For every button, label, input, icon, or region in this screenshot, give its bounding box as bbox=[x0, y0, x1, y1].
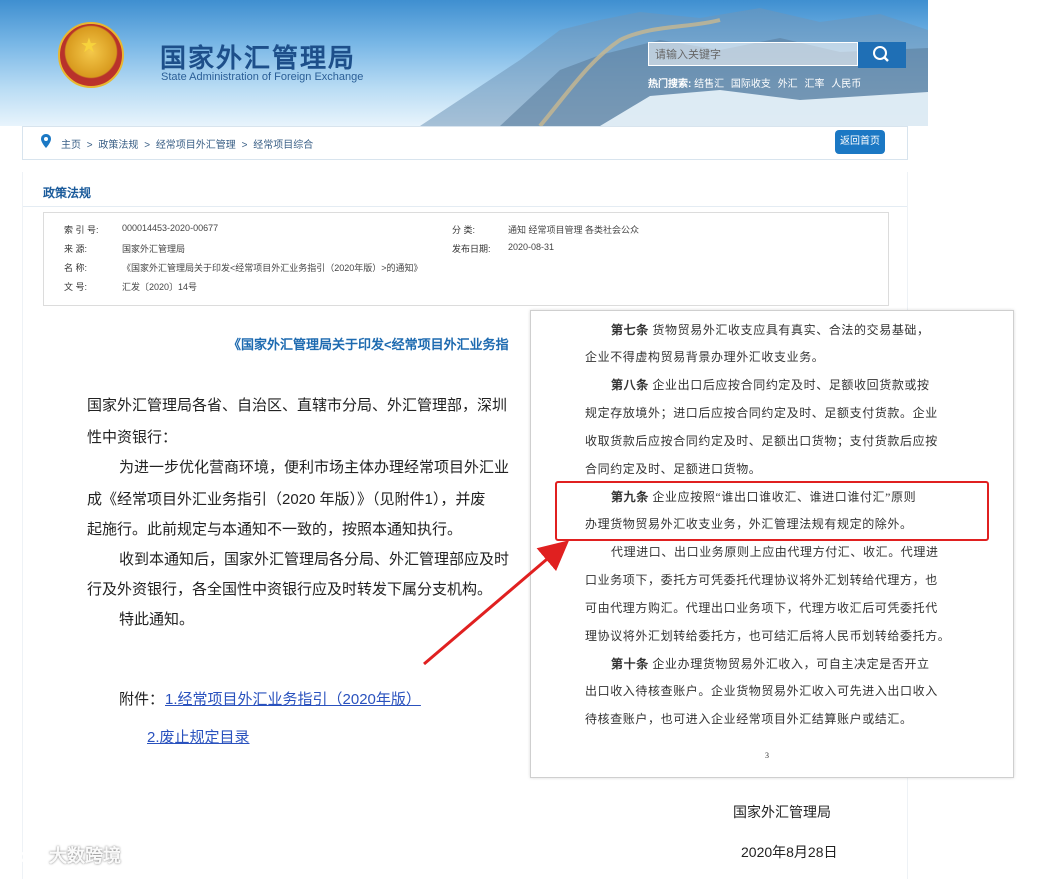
excerpt-line: 办理货物贸易外汇收支业务，外汇管理法规有规定的除外。 bbox=[585, 517, 913, 531]
breadcrumb-separator: > bbox=[144, 140, 151, 151]
meta-key: 分 类: bbox=[452, 225, 476, 235]
body-paragraph-line: 特此通知。 bbox=[119, 611, 195, 628]
body-paragraph-line: 国家外汇管理局各省、自治区、直辖市分局、外汇管理部，深圳 bbox=[87, 397, 508, 414]
excerpt-line: 第十条 企业办理货物贸易外汇收入，可自主决定是否开立 bbox=[611, 657, 930, 671]
breadcrumb-separator: > bbox=[86, 140, 93, 151]
meta-key: 发布日期: bbox=[452, 244, 491, 254]
watermark-logo-icon bbox=[11, 851, 43, 865]
attachment-label: 附件： bbox=[119, 691, 165, 708]
meta-value: 《国家外汇管理局关于印发<经常项目外汇业务指引（2020年版）>的通知》 bbox=[122, 263, 423, 273]
excerpt-line: 可由代理方购汇。代理出口业务项下，代理方收汇后可凭委托代 bbox=[585, 601, 938, 615]
signature-date: 2020年8月28日 bbox=[741, 844, 838, 860]
excerpt-line: 理协议将外汇划转给委托方，也可结汇后将人民币划转给委托方。 bbox=[585, 629, 951, 643]
back-home-button[interactable]: 返回首页 bbox=[835, 130, 885, 154]
breadcrumb-item-home[interactable]: 主页 bbox=[61, 140, 81, 151]
breadcrumb-bar: 主页 > 政策法规 > 经常项目外汇管理 > 经常项目综合 返回首页 bbox=[22, 126, 908, 160]
breadcrumb-item-general[interactable]: 经常项目综合 bbox=[253, 140, 313, 151]
excerpt-line: 口业务项下，委托方可凭委托代理协议将外汇划转给代理方，也 bbox=[585, 573, 938, 587]
body-paragraph-line: 收到本通知后，国家外汇管理局各分局、外汇管理部应及时 bbox=[119, 551, 510, 568]
body-paragraph-line: 成《经常项目外汇业务指引（2020 年版）》（见附件1），并废 bbox=[87, 491, 486, 508]
excerpt-line: 代理进口、出口业务原则上应由代理方付汇、收汇。代理进 bbox=[611, 545, 939, 559]
section-title: 政策法规 bbox=[43, 186, 92, 200]
hot-search-item[interactable]: 国际收支 bbox=[731, 79, 771, 90]
excerpt-line: 第七条 货物贸易外汇收支应具有真实、合法的交易基础， bbox=[611, 323, 930, 337]
search-button[interactable] bbox=[858, 42, 906, 68]
star-icon: ★ bbox=[80, 35, 98, 57]
hot-search-item[interactable]: 外汇 bbox=[778, 79, 798, 90]
divider bbox=[23, 206, 907, 207]
body-paragraph-line: 起施行。此前规定与本通知不一致的，按照本通知执行。 bbox=[87, 521, 463, 538]
hot-search-item[interactable]: 结售汇 bbox=[694, 79, 724, 90]
hot-search-item[interactable]: 人民币 bbox=[831, 79, 861, 90]
body-paragraph-line: 为进一步优化营商环境，便利市场主体办理经常项目外汇业 bbox=[119, 459, 510, 476]
meta-value: 通知 经常项目管理 各类社会公众 bbox=[508, 225, 640, 235]
signature-org: 国家外汇管理局 bbox=[733, 804, 831, 820]
hot-search-label: 热门搜索: bbox=[648, 79, 692, 90]
meta-key: 来 源: bbox=[64, 244, 88, 254]
excerpt-line: 第八条 企业出口后应按合同约定及时、足额收回货款或按 bbox=[611, 378, 930, 392]
excerpt-line: 收取货款后应按合同约定及时、足额出口货物；支付货款后应按 bbox=[585, 434, 938, 448]
meta-value: 000014453-2020-00677 bbox=[122, 223, 219, 233]
attachment-link-guide[interactable]: 1.经常项目外汇业务指引（2020年版） bbox=[165, 688, 421, 709]
meta-value: 国家外汇管理局 bbox=[122, 244, 186, 254]
breadcrumb-separator: > bbox=[241, 140, 248, 151]
watermark: 大数跨境 bbox=[8, 842, 121, 868]
excerpt-line: 第九条 企业应按照“谁出口谁收汇、谁进口谁付汇”原则 bbox=[611, 490, 917, 504]
excerpt-line: 出口收入待核查账户。企业货物贸易外汇收入可先进入出口收入 bbox=[585, 684, 938, 698]
excerpt-line: 企业不得虚构贸易背景办理外汇收支业务。 bbox=[585, 350, 825, 364]
meta-key: 名 称: bbox=[64, 263, 88, 273]
meta-key: 文 号: bbox=[64, 282, 88, 292]
watermark-text: 大数跨境 bbox=[49, 846, 122, 866]
location-pin-icon bbox=[41, 134, 51, 148]
site-header: ★ 国家外汇管理局 State Administration of Foreig… bbox=[0, 0, 928, 126]
search-input[interactable]: 请输入关键字 bbox=[648, 42, 858, 66]
body-paragraph-line: 行及外资银行，各全国性中资银行应及时转发下属分支机构。 bbox=[87, 581, 493, 598]
excerpt-line: 待核查账户，也可进入企业经常项目外汇结算账户或结汇。 bbox=[585, 712, 913, 726]
national-emblem-logo: ★ bbox=[58, 22, 124, 88]
regulation-excerpt-image: 第七条 货物贸易外汇收支应具有真实、合法的交易基础， 企业不得虚构贸易背景办理外… bbox=[530, 310, 1014, 778]
meta-value: 汇发〔2020〕14号 bbox=[122, 282, 198, 292]
breadcrumb-item-current-account[interactable]: 经常项目外汇管理 bbox=[156, 140, 236, 151]
breadcrumb-item-policy[interactable]: 政策法规 bbox=[98, 140, 138, 151]
meta-key: 索 引 号: bbox=[64, 225, 99, 235]
body-paragraph-line: 性中资银行： bbox=[87, 429, 178, 446]
excerpt-line: 规定存放境外；进口后应按合同约定及时、足额支付货款。企业 bbox=[585, 406, 938, 420]
hot-search: 热门搜索: 结售汇 国际收支 外汇 汇率 人民币 bbox=[648, 75, 865, 90]
meta-value: 2020-08-31 bbox=[508, 242, 555, 252]
document-title: 《国家外汇管理局关于印发<经常项目外汇业务指 bbox=[228, 337, 509, 352]
page-number: 3 bbox=[765, 751, 769, 760]
excerpt-line: 合同约定及时、足额进口货物。 bbox=[585, 462, 762, 476]
hot-search-item[interactable]: 汇率 bbox=[804, 79, 824, 90]
site-title-english: State Administration of Foreign Exchange bbox=[161, 71, 364, 83]
document-meta-table: 索 引 号: 000014453-2020-00677 来 源: 国家外汇管理局… bbox=[43, 212, 889, 306]
site-title: 国家外汇管理局 bbox=[160, 44, 357, 73]
attachment-link-repealed[interactable]: 2.废止规定目录 bbox=[147, 726, 250, 747]
search-icon bbox=[873, 46, 889, 62]
breadcrumb: 主页 > 政策法规 > 经常项目外汇管理 > 经常项目综合 bbox=[61, 136, 316, 151]
